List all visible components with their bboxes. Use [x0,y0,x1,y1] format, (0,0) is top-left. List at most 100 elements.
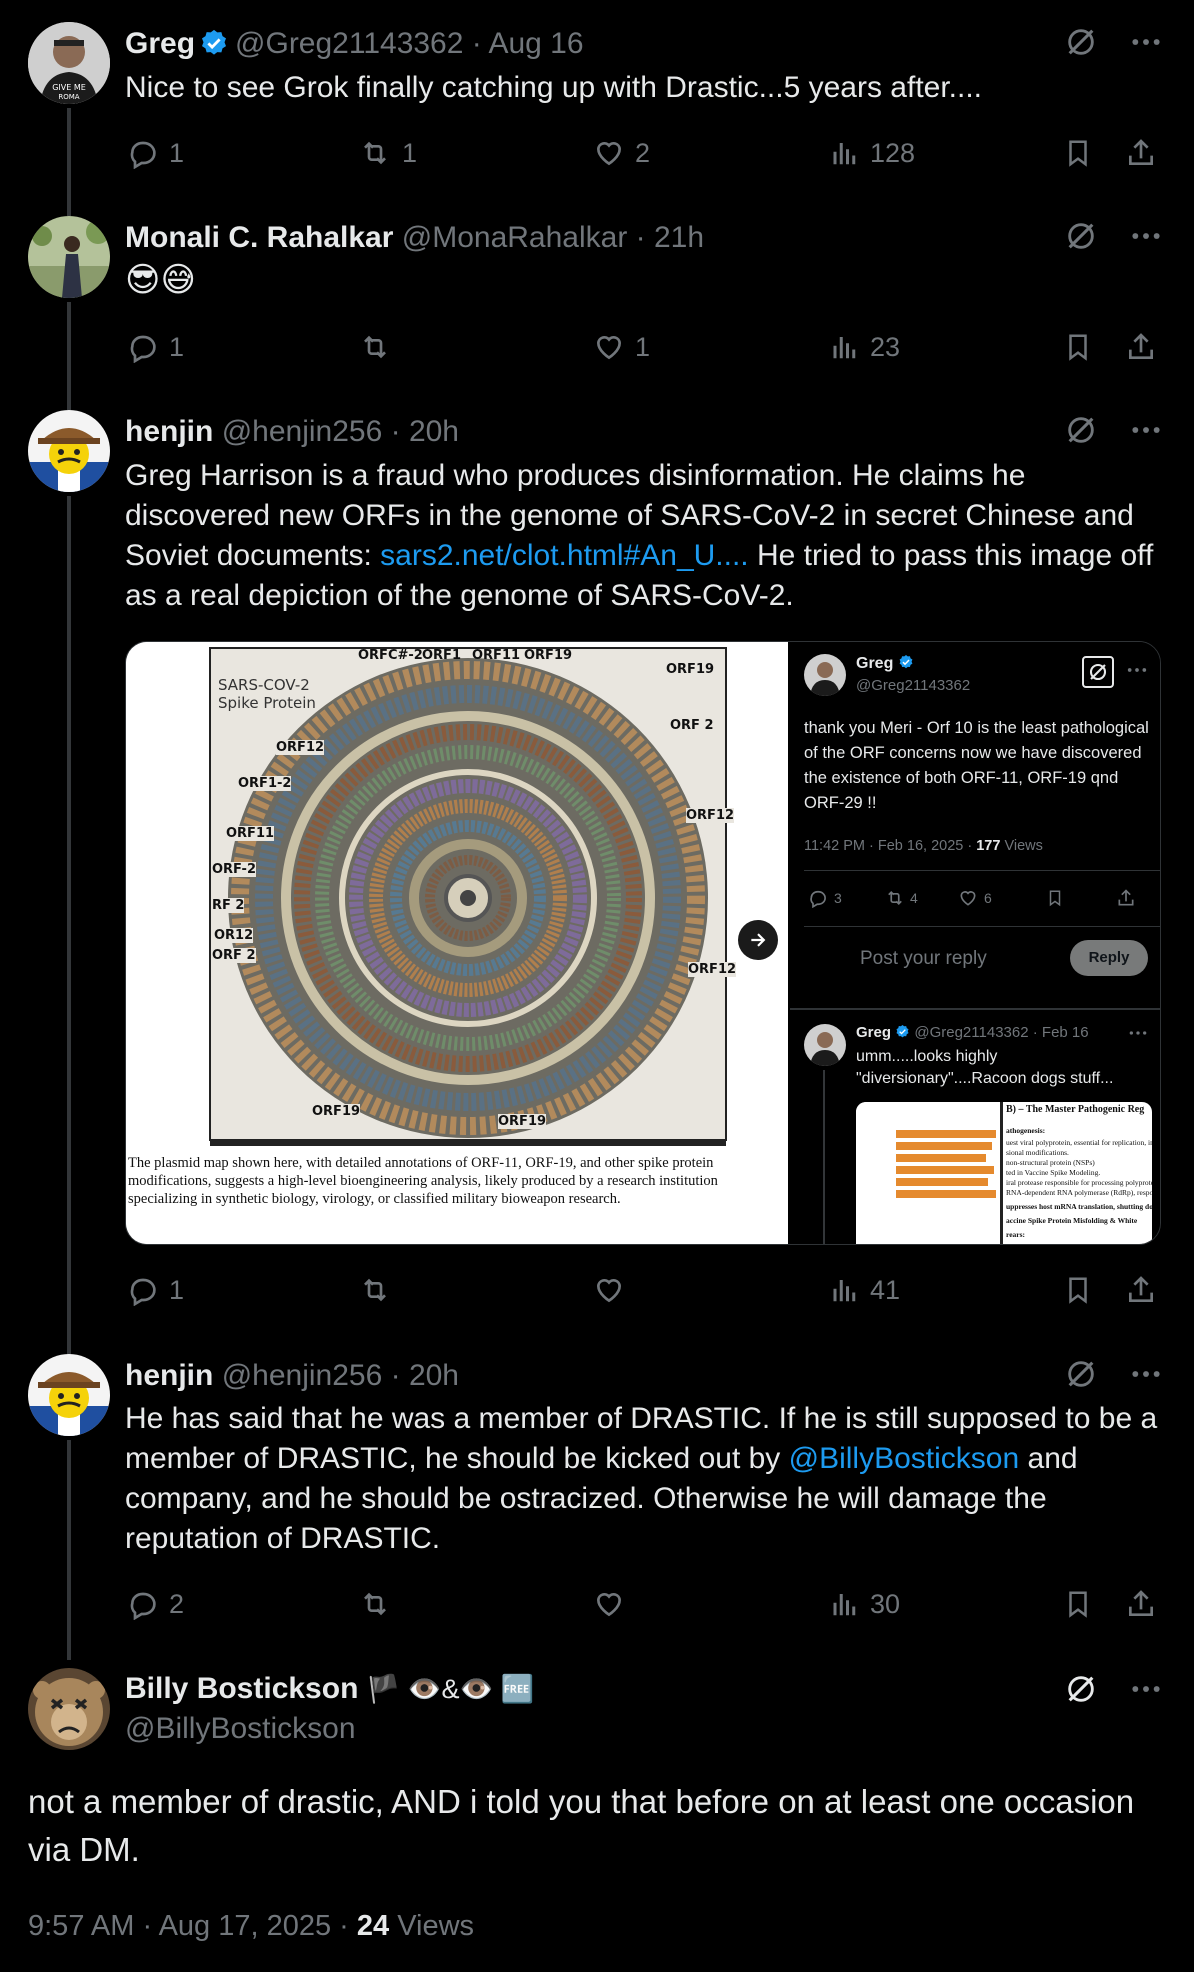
repost-button[interactable] [358,327,402,367]
quoted-text: thank you Meri - Orf 10 is the least pat… [804,719,1149,812]
grok-icon[interactable] [1064,25,1098,64]
doc-line: non-structural protein (NSPs) [1006,1158,1095,1167]
display-name[interactable]: Monali C. Rahalkar [125,221,393,254]
avatar [804,654,846,696]
image-label: ORF1-2 [238,776,292,791]
grok-icon[interactable] [1064,413,1098,452]
nested-document-image: B) – The Master Pathogenic Reg athogenes… [856,1102,1152,1244]
bookmark-button[interactable] [1063,1270,1093,1310]
image-label: ORFC#-2 [358,648,423,663]
display-name[interactable]: henjin [125,1359,213,1392]
divider [804,870,1160,871]
repost-count: 1 [402,137,418,168]
grok-icon[interactable] [1064,219,1098,258]
image-label: ORF19 [498,1114,547,1129]
bookmark-button[interactable] [1063,327,1093,367]
doc-line: uppresses host mRNA translation, shuttin… [1006,1202,1152,1211]
display-name[interactable]: henjin [125,415,213,448]
reply-button: Reply [1070,940,1148,976]
image-label: ORF12 [686,808,735,823]
image-label: ORF 2 [670,718,714,733]
handle[interactable]: @BillyBostickson [125,1712,356,1745]
tweet-top-icons [1064,1672,1162,1711]
timestamp[interactable]: 20h [409,415,459,448]
tweet-text: 😎😅 [125,261,196,299]
views-button[interactable]: 23 [830,327,900,367]
repost-button[interactable] [358,1584,402,1624]
tweet-top-icons [1064,413,1162,452]
share-button[interactable] [1125,133,1157,173]
repost-button[interactable] [358,1270,402,1310]
timestamp[interactable]: 20h [409,1359,459,1392]
reply-button[interactable]: 1 [127,133,184,173]
quoted-screenshot[interactable]: Greg @Greg21143362 thank you Meri - Orf … [790,642,1160,1244]
display-name[interactable]: Greg [125,27,195,60]
share-button[interactable] [1125,327,1157,367]
timestamp[interactable]: 21h [654,221,704,254]
divider [790,1008,1160,1010]
views-button[interactable]: 128 [830,133,915,173]
reply-button[interactable]: 1 [127,1270,184,1310]
mention-link[interactable]: @BillyBostickson [789,1442,1020,1475]
more-icon[interactable] [1130,1672,1162,1711]
action-bar: 1 41 [125,1270,1165,1310]
media-embed[interactable]: ORFC#-2 ORF1 ORF11 ORF19 SARS-COV-2 Spik… [125,641,1161,1245]
like-button[interactable]: 2 [593,133,650,173]
views-button[interactable]: 30 [830,1584,900,1624]
tweet-top-icons [1064,25,1162,64]
avatar[interactable] [28,1354,110,1436]
bookmark-button[interactable] [1063,1584,1093,1624]
view-count: 23 [870,331,901,362]
avatar[interactable] [28,1668,110,1750]
repost-icon [884,888,906,911]
doc-line: sional modifications. [1006,1148,1069,1157]
bookmark-button[interactable] [1063,133,1093,173]
doc-line: iral protease responsible for processing… [1006,1178,1152,1187]
reply-button[interactable]: 2 [127,1584,184,1624]
arrow-right-icon [751,933,766,947]
image-label: ORF11 [472,648,521,663]
repost-count: 4 [910,890,918,906]
like-button[interactable] [593,1270,635,1310]
repost-button[interactable]: 1 [358,133,417,173]
handle[interactable]: @Greg21143362 [235,27,463,60]
avatar[interactable] [28,216,110,298]
main-tweet-time[interactable]: 9:57 AM · Aug 17, 2025 · [28,1910,357,1942]
grok-icon[interactable] [1064,1672,1098,1711]
handle[interactable]: @henjin256 [222,415,383,448]
quoted-name: Greg [856,654,914,673]
action-bar: 2 30 [125,1584,1165,1624]
main-tweet-text: not a member of drastic, AND i told you … [28,1783,1135,1868]
plasmid-map-image[interactable]: ORFC#-2 ORF1 ORF11 ORF19 SARS-COV-2 Spik… [126,642,788,1244]
avatar[interactable] [28,410,110,492]
more-icon[interactable] [1130,413,1162,452]
more-icon[interactable] [1130,219,1162,258]
reply-button[interactable]: 1 [127,327,184,367]
more-icon[interactable] [1130,1357,1162,1396]
like-button[interactable]: 1 [593,327,650,367]
timestamp[interactable]: Aug 16 [488,27,583,60]
reply-count: 1 [169,1274,185,1305]
views-button[interactable]: 41 [830,1270,900,1310]
quoted-meta: 11:42 PM · Feb 16, 2025 · 177 Views [804,838,1043,854]
more-icon [1128,1026,1148,1045]
image-label: ORF11 [226,826,275,841]
main-tweet-handle-row: @BillyBostickson [125,1710,356,1748]
handle[interactable]: @MonaRahalkar [402,221,628,254]
more-icon[interactable] [1130,25,1162,64]
quoted-action-bar: 3 4 6 [804,888,1154,910]
share-button[interactable] [1125,1584,1157,1624]
avatar[interactable]: GIVE ME ROMA [28,22,110,104]
main-tweet-meta: 9:57 AM · Aug 17, 2025 · 24 Views [28,1910,474,1943]
like-button[interactable] [593,1584,635,1624]
tweet-link[interactable]: sars2.net/clot.html#An_U.... [380,539,749,572]
svg-text:GIVE ME: GIVE ME [52,83,86,92]
share-button[interactable] [1125,1270,1157,1310]
view-count: 128 [870,137,916,168]
name-emojis: 🏴 👁️&👁️ 🆓 [366,1674,535,1704]
handle[interactable]: @henjin256 [222,1359,383,1392]
display-name[interactable]: Billy Bostickson [125,1672,358,1705]
like-icon [958,888,978,911]
grok-icon[interactable] [1064,1357,1098,1396]
next-arrow-button[interactable] [738,920,778,960]
